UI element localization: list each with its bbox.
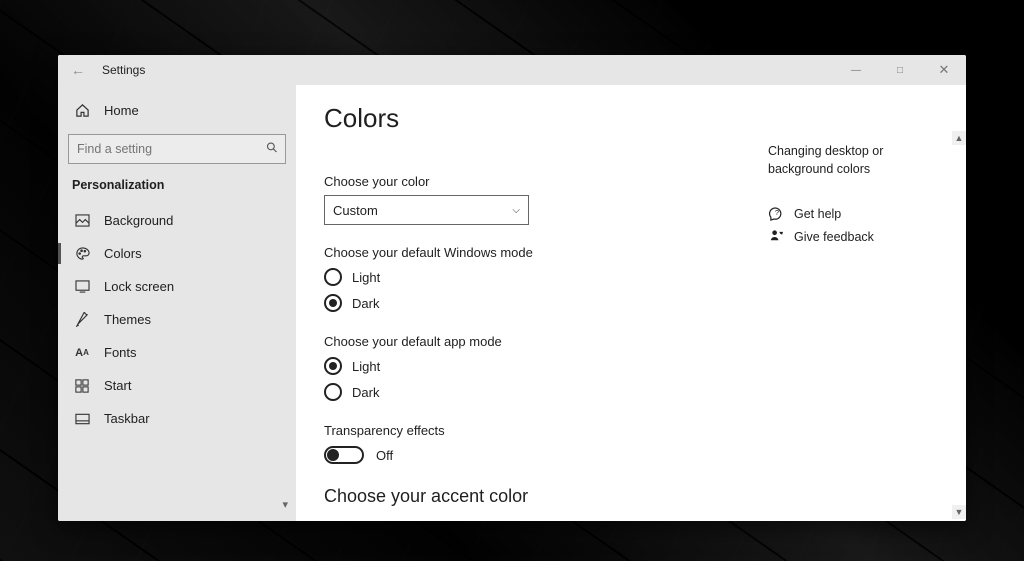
toggle-state: Off xyxy=(376,448,393,463)
window-controls: ― □ ✕ xyxy=(834,55,966,85)
related-tip[interactable]: Changing desktop or background colors xyxy=(768,143,938,178)
radio-label: Dark xyxy=(352,296,379,311)
start-icon xyxy=(74,379,90,393)
radio-label: Dark xyxy=(352,385,379,400)
minimize-button[interactable]: ― xyxy=(834,55,878,85)
help-icon: ? xyxy=(768,206,784,221)
radio-icon xyxy=(324,383,342,401)
sidebar-item-fonts[interactable]: AA Fonts xyxy=(58,336,296,369)
right-column: Changing desktop or background colors ? … xyxy=(768,143,938,252)
chevron-down-icon: ⌵ xyxy=(512,205,520,216)
minimize-icon: ― xyxy=(851,65,861,76)
close-icon: ✕ xyxy=(939,62,950,78)
scroll-up-icon[interactable]: ▲ xyxy=(952,131,966,145)
sidebar-item-label: Background xyxy=(104,213,173,228)
windows-mode-dark-radio[interactable]: Dark xyxy=(324,294,754,312)
sidebar-item-label: Fonts xyxy=(104,345,137,360)
svg-text:?: ? xyxy=(774,208,778,217)
radio-icon xyxy=(324,268,342,286)
toggle-thumb-icon xyxy=(327,449,339,461)
app-mode-label: Choose your default app mode xyxy=(324,334,754,349)
sidebar-item-lock-screen[interactable]: Lock screen xyxy=(58,270,296,303)
link-label: Get help xyxy=(794,207,841,221)
scroll-down-icon[interactable]: ▼ xyxy=(952,505,966,519)
page-heading: Colors xyxy=(324,103,754,134)
radio-label: Light xyxy=(352,270,380,285)
close-button[interactable]: ✕ xyxy=(922,55,966,85)
picture-icon xyxy=(74,214,90,227)
transparency-label: Transparency effects xyxy=(324,423,754,438)
radio-icon xyxy=(324,357,342,375)
transparency-toggle[interactable]: Off xyxy=(324,446,754,464)
taskbar-icon xyxy=(74,413,90,425)
sidebar-scroll-down-icon[interactable]: ▾ xyxy=(282,498,288,511)
sidebar-item-label: Start xyxy=(104,378,131,393)
sidebar-home-label: Home xyxy=(104,103,139,118)
choose-color-value: Custom xyxy=(333,203,378,218)
toggle-track-icon xyxy=(324,446,364,464)
sidebar-item-themes[interactable]: Themes xyxy=(58,303,296,336)
sidebar-item-background[interactable]: Background xyxy=(58,204,296,237)
sidebar: Home Personalization Background Colo xyxy=(58,85,296,521)
home-icon xyxy=(74,103,90,118)
content-area: Colors Choose your color Custom ⌵ Choose… xyxy=(296,85,966,521)
app-mode-dark-radio[interactable]: Dark xyxy=(324,383,754,401)
content-scrollbar[interactable]: ▲ ▼ xyxy=(952,85,966,521)
radio-icon xyxy=(324,294,342,312)
palette-icon xyxy=(74,246,90,261)
search-container xyxy=(68,134,286,164)
app-mode-light-radio[interactable]: Light xyxy=(324,357,754,375)
feedback-icon xyxy=(768,229,784,244)
choose-color-dropdown[interactable]: Custom ⌵ xyxy=(324,195,529,225)
windows-mode-label: Choose your default Windows mode xyxy=(324,245,754,260)
maximize-button[interactable]: □ xyxy=(878,55,922,85)
sidebar-item-label: Lock screen xyxy=(104,279,174,294)
sidebar-item-label: Colors xyxy=(104,246,142,261)
get-help-link[interactable]: ? Get help xyxy=(768,206,938,221)
link-label: Give feedback xyxy=(794,230,874,244)
settings-window: ← Settings ― □ ✕ Home Personalization xyxy=(58,55,966,521)
sidebar-item-label: Themes xyxy=(104,312,151,327)
sidebar-item-colors[interactable]: Colors xyxy=(58,237,296,270)
choose-color-label: Choose your color xyxy=(324,174,754,189)
main-column: Colors Choose your color Custom ⌵ Choose… xyxy=(324,103,754,521)
sidebar-home[interactable]: Home xyxy=(58,95,296,126)
back-arrow-icon: ← xyxy=(71,62,85,78)
window-title: Settings xyxy=(102,63,145,77)
back-button[interactable]: ← xyxy=(58,62,98,78)
accent-heading: Choose your accent color xyxy=(324,486,754,507)
radio-label: Light xyxy=(352,359,380,374)
themes-icon xyxy=(74,312,90,327)
search-input[interactable] xyxy=(68,134,286,164)
lock-screen-icon xyxy=(74,280,90,293)
window-body: Home Personalization Background Colo xyxy=(58,85,966,521)
give-feedback-link[interactable]: Give feedback xyxy=(768,229,938,244)
sidebar-item-start[interactable]: Start xyxy=(58,369,296,402)
search-icon xyxy=(266,142,278,157)
sidebar-section-title: Personalization xyxy=(58,178,296,204)
windows-mode-light-radio[interactable]: Light xyxy=(324,268,754,286)
sidebar-item-label: Taskbar xyxy=(104,411,150,426)
titlebar: ← Settings ― □ ✕ xyxy=(58,55,966,85)
sidebar-item-taskbar[interactable]: Taskbar xyxy=(58,402,296,435)
fonts-icon: AA xyxy=(74,347,90,359)
maximize-icon: □ xyxy=(897,65,903,76)
